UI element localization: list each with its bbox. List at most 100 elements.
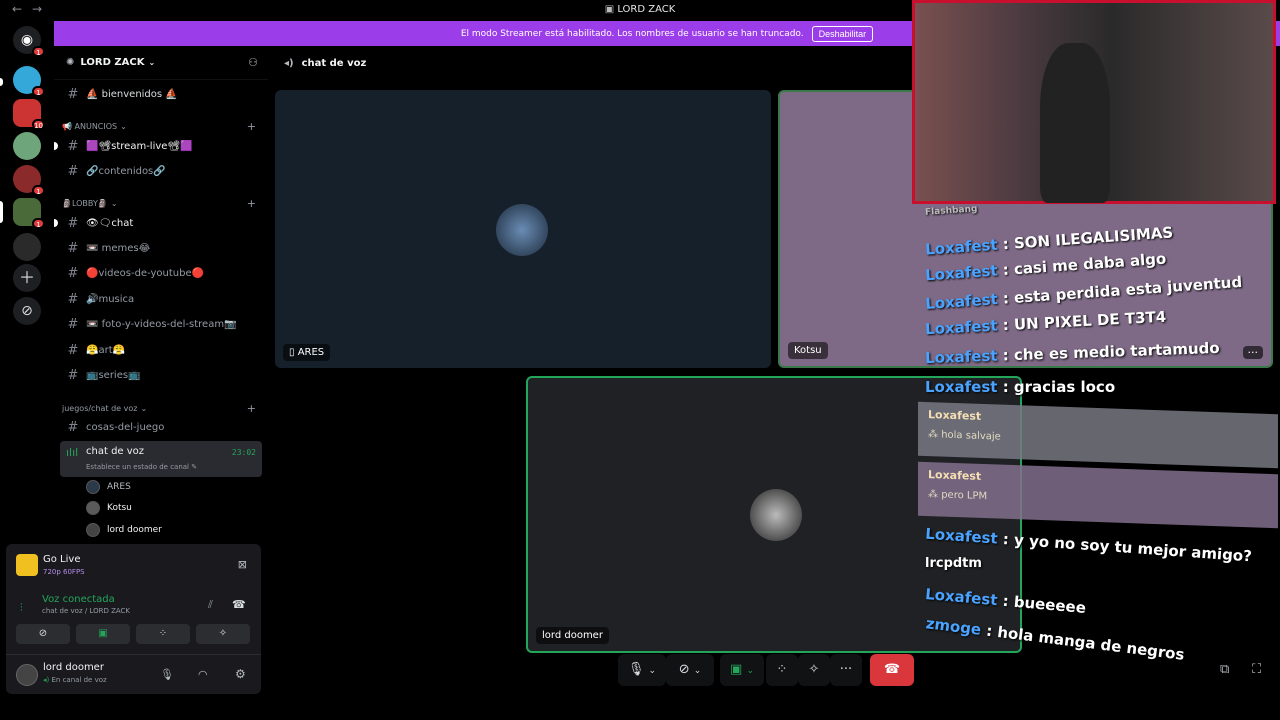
tile-label: ▯ ARES (283, 344, 331, 361)
pop-out-icon[interactable]: ⧉ (1220, 662, 1229, 677)
channel-stream-live[interactable]: # 🟪📽stream-live📽🟪 (54, 135, 262, 157)
channel-label: 🔊musica (86, 293, 135, 305)
server-badge: 1 (32, 185, 45, 196)
channel-foto[interactable]: # 📼 foto-y-videos-del-stream📷 (60, 313, 262, 335)
streamer-figure (1040, 43, 1110, 203)
more-button[interactable]: ··· (830, 654, 862, 686)
avatar (86, 523, 100, 537)
voice-connected-title[interactable]: Voz conectada (42, 594, 115, 605)
more-options-icon: ··· (839, 662, 853, 677)
user-status: ◂) En canal de voz (43, 676, 107, 684)
avatar[interactable] (16, 664, 38, 686)
unread-indicator (54, 219, 58, 227)
category-label: 📢 ANUNCIOS (62, 121, 118, 131)
go-live-section[interactable]: Go Live 720p 60FPS ⊠ (16, 554, 251, 584)
server-icon-3[interactable] (13, 132, 41, 160)
voice-channel-active[interactable]: ılıl chat de voz 23:02 Establece un esta… (60, 441, 262, 477)
leave-call-button[interactable]: ☎ (870, 654, 914, 686)
channel-memes[interactable]: # 📼 memes😂 (60, 237, 262, 259)
selected-pill (0, 201, 3, 223)
channel-label: 📺series📺 (86, 369, 141, 381)
channel-bienvenidos[interactable]: # ⛵ bienvenidos ⛵ (60, 83, 262, 105)
server-badge: 1 (32, 46, 45, 57)
add-channel-icon[interactable]: + (247, 120, 256, 133)
discord-home-icon[interactable]: ◉ 1 (13, 26, 45, 57)
voice-active-icon: ılıl (66, 446, 79, 459)
signal-icon: ⫶ (20, 601, 23, 614)
channel-contenidos[interactable]: # 🔗contenidos🔗 (60, 160, 262, 182)
discover-icon[interactable]: ⊘ (13, 297, 41, 325)
channel-cosas[interactable]: # cosas-del-juego (60, 416, 262, 438)
voice-user[interactable]: lord doomer (86, 520, 162, 540)
category-lobby[interactable]: 🗿LOBBY🗿 ⌄ + (62, 195, 262, 211)
voice-connected-sub[interactable]: chat de voz / LORD ZACK (42, 607, 130, 615)
camera-button[interactable]: ⊘ ⌄ (666, 654, 714, 686)
hash-icon: # (67, 138, 79, 154)
disconnect-icon[interactable]: ☎ (232, 598, 246, 611)
disable-streamer-button[interactable]: Deshabilitar (811, 25, 874, 42)
camera-off-icon: ⊘ (38, 628, 48, 639)
channel-art[interactable]: # 😤art😤 (60, 339, 262, 361)
chevron-down-icon: ⌄ (746, 666, 754, 676)
channel-label: 🔗contenidos🔗 (86, 165, 166, 177)
hash-icon: # (67, 265, 79, 281)
server-icon-lord-zack[interactable]: 1 (13, 198, 45, 229)
voice-user[interactable]: ARES (86, 477, 131, 497)
channel-series[interactable]: # 📺series📺 (60, 364, 262, 386)
camera-off-icon: ⊘ (678, 662, 690, 677)
call-controls: 🎙 ⌄ ⊘ ⌄ ▣ ⌄ ⁘ ✧ ··· ☎ (618, 654, 918, 686)
activities-button[interactable]: ⁘ (136, 624, 190, 644)
headphones-icon[interactable]: ◠ (198, 668, 208, 681)
add-channel-icon[interactable]: + (247, 402, 256, 415)
hash-icon: # (67, 215, 79, 231)
category-juegos[interactable]: juegos/chat de voz ⌄ + (62, 400, 262, 416)
voice-status-label: Establece un estado de canal (86, 463, 190, 471)
stop-stream-icon[interactable]: ⊠ (238, 558, 247, 571)
screen-share-button[interactable]: ▣ (76, 624, 130, 644)
hash-icon: # (67, 163, 79, 179)
channel-videos[interactable]: # 🔴videos-de-youtube🔴 (60, 262, 262, 284)
channel-label: 🔴videos-de-youtube🔴 (86, 267, 205, 279)
gear-icon[interactable]: ⚙ (235, 667, 246, 681)
pencil-icon: ✎ (191, 463, 198, 471)
go-live-quality: 720p 60FPS (43, 568, 85, 576)
video-tile-ares[interactable]: ▯ ARES (275, 90, 771, 368)
server-icon-1[interactable]: 1 (13, 66, 45, 97)
banner-text: El modo Streamer está habilitado. Los no… (460, 28, 804, 39)
add-server-icon[interactable]: ＋ (13, 264, 41, 292)
microphone-button[interactable]: 🎙 ⌄ (618, 654, 666, 686)
chevron-down-icon: ⌄ (120, 121, 127, 131)
username[interactable]: lord doomer (43, 662, 104, 673)
channel-label: 📼 foto-y-videos-del-stream📷 (86, 318, 237, 330)
hash-icon: # (67, 342, 79, 358)
add-channel-icon[interactable]: + (247, 197, 256, 210)
camera-off-button[interactable]: ⊘ (16, 624, 70, 644)
soundboard-button[interactable]: ✧ (196, 624, 250, 644)
channel-chat[interactable]: # 👁🗨chat (54, 212, 262, 234)
category-label: 🗿LOBBY🗿 (62, 198, 108, 208)
video-tile-doomer[interactable]: lord doomer (526, 376, 1022, 653)
soundboard-icon: ✧ (808, 662, 820, 677)
voice-status-text[interactable]: Establece un estado de canal ✎ (86, 463, 197, 471)
server-icon-4[interactable]: 1 (13, 165, 45, 196)
noise-suppression-icon[interactable]: ⫽ (208, 598, 213, 612)
server-header[interactable]: ✺ LORD ZACK ⌄ (54, 46, 268, 80)
invite-people-icon[interactable]: ⚇ (248, 56, 258, 69)
channel-label: 👁🗨chat (86, 217, 134, 229)
server-icon-video[interactable]: 10 (13, 99, 45, 130)
server-icon-7[interactable] (13, 233, 41, 261)
server-badge: 1 (32, 86, 45, 97)
avatar (86, 501, 100, 515)
fullscreen-icon[interactable]: ⛶ (1252, 662, 1261, 677)
soundboard-button[interactable]: ✧ (798, 654, 830, 686)
more-options-icon[interactable]: ··· (1242, 346, 1263, 359)
microphone-icon[interactable]: 🎙 (160, 668, 174, 681)
channel-musica[interactable]: # 🔊musica (60, 288, 262, 310)
channel-label: ⛵ bienvenidos ⛵ (86, 88, 178, 100)
screen-share-button[interactable]: ▣ ⌄ (720, 654, 764, 686)
activities-button[interactable]: ⁘ (766, 654, 798, 686)
category-anuncios[interactable]: 📢 ANUNCIOS ⌄ + (62, 118, 262, 134)
chevron-down-icon: ⌄ (140, 403, 148, 413)
user-status-text: En canal de voz (51, 676, 107, 684)
voice-user[interactable]: Kotsu (86, 498, 132, 518)
